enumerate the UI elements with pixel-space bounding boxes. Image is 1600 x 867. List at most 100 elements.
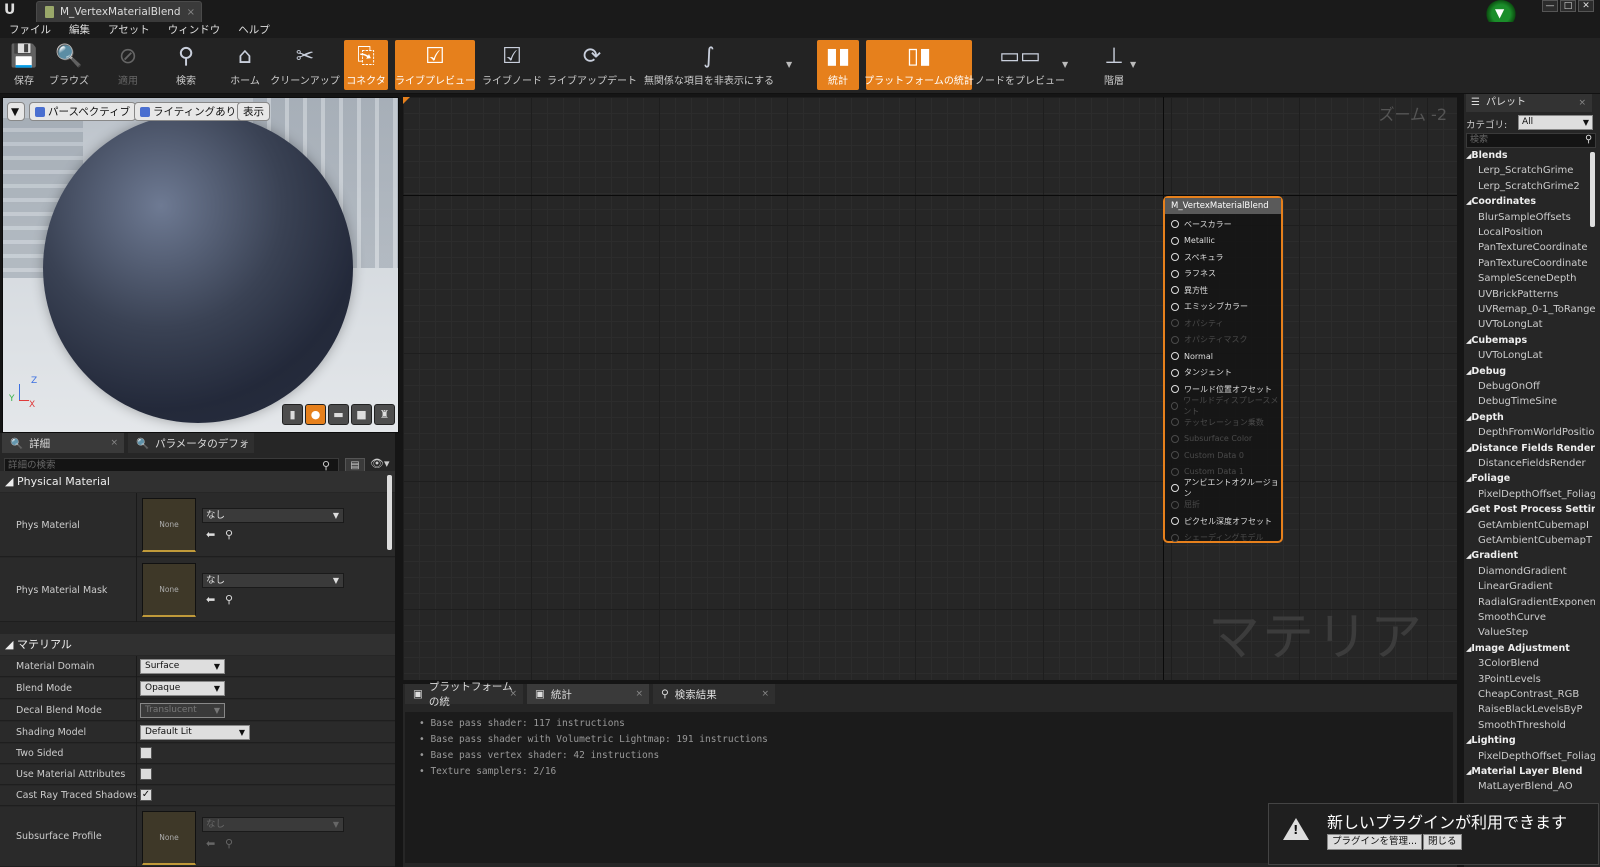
save-button[interactable]: 💾 保存 [6,40,42,90]
menu-asset[interactable]: アセット [99,22,159,38]
palette-item[interactable]: DistanceFieldsRender [1478,458,1586,469]
phys-material-thumbnail[interactable]: None [142,498,196,552]
home-button[interactable]: ⌂ ホーム [224,40,266,90]
node-input-pin[interactable]: スペキュラ [1171,251,1223,263]
menu-edit[interactable]: 編集 [60,22,99,38]
browse-magnifier-icon[interactable]: ⚲ [225,593,233,606]
palette-item[interactable]: BlurSampleOffsets [1478,212,1571,223]
palette-item[interactable]: DepthFromWorldPosition [1478,427,1595,438]
decal-blend-mode-dropdown[interactable]: Translucent ▼ [140,703,225,718]
details-scrollbar[interactable] [387,475,392,550]
palette-category[interactable]: ◢Foliage [1466,473,1510,484]
palette-category[interactable]: ◢Gradient [1466,550,1518,561]
node-input-pin[interactable]: 屈折 [1171,499,1200,511]
connector-button[interactable]: ⎘ コネクタ [344,40,388,90]
palette-item[interactable]: UVToLongLat [1478,350,1543,361]
palette-category[interactable]: ◢Depth [1466,412,1504,423]
close-icon[interactable]: × [761,689,769,699]
palette-category[interactable]: ◢Blends [1466,150,1508,161]
node-input-pin[interactable]: オパシティマスク [1171,334,1248,346]
palette-category[interactable]: ◢Image Adjustment [1466,643,1570,654]
menu-file[interactable]: ファイル [0,22,60,38]
node-input-pin[interactable]: 異方性 [1171,284,1208,296]
node-input-pin[interactable]: テッセレーション乗数 [1171,416,1264,428]
cylinder-preview-icon[interactable]: ▮ [282,404,303,425]
palette-category[interactable]: ◢Get Post Process Settings [1466,504,1595,515]
palette-category[interactable]: ◢Cubemaps [1466,335,1527,346]
palette-category[interactable]: ◢Debug [1466,366,1506,377]
palette-item[interactable]: PixelDepthOffset_Foliage [1478,489,1595,500]
browse-magnifier-icon[interactable]: ⚲ [225,837,233,850]
show-button[interactable]: 表示 [237,102,270,121]
lighting-button[interactable]: ライティングあり [134,102,243,121]
subsurface-profile-combo[interactable]: なし ▼ [202,817,344,832]
menu-help[interactable]: ヘルプ [229,22,279,38]
browse-button[interactable]: 🔍 ブラウズ [48,40,90,90]
search-button[interactable]: ⚲ 検索 [164,40,208,90]
palette-item[interactable]: GetAmbientCubemapT [1478,535,1592,546]
tab-details[interactable]: 🔍 詳細 × [2,433,124,453]
palette-item[interactable]: ValueStep [1478,627,1528,638]
material-result-node[interactable]: M_VertexMaterialBlend ベースカラー Metallic スペキュ… [1163,196,1283,543]
close-icon[interactable]: × [110,438,118,448]
cleanup-button[interactable]: ✂ クリーンアップ [270,40,340,90]
phys-material-mask-thumbnail[interactable]: None [142,563,196,617]
section-physical-material[interactable]: ◢ Physical Material [0,471,395,492]
palette-item[interactable]: SampleSceneDepth [1478,273,1576,284]
palette-item[interactable]: Lerp_ScratchGrime2 [1478,181,1580,192]
material-domain-dropdown[interactable]: Surface ▼ [140,659,225,674]
material-graph-canvas[interactable]: ズーム -2 マテリアル M_VertexMaterialBlend ベースカラ… [403,97,1457,680]
node-input-pin[interactable]: ラフネス [1171,268,1216,280]
node-input-pin[interactable]: Custom Data 0 [1171,449,1244,461]
blend-mode-dropdown[interactable]: Opaque ▼ [140,681,225,696]
document-tab[interactable]: M_VertexMaterialBlend × [36,1,202,22]
hide-unrelated-button[interactable]: ∫ 無関係な項目を非表示にする [643,40,775,90]
plane-preview-icon[interactable]: ▬ [328,404,349,425]
stats-button[interactable]: ▮▮ 統計 [817,40,859,90]
node-input-pin[interactable]: アンビエントオクルージョン [1171,478,1281,498]
manage-plugins-button[interactable]: プラグインを管理... [1327,834,1423,850]
platform-stats-button[interactable]: ▯▮ プラットフォームの統計 [864,40,974,90]
eye-icon[interactable]: 👁▾ [370,457,390,470]
palette-item[interactable]: RadialGradientExponential [1478,597,1595,608]
preview-nodes-button[interactable]: ▭▭ ノードをプレビュー [975,40,1065,90]
node-input-pin[interactable]: ピクセル深度オフセット [1171,515,1272,527]
category-dropdown[interactable]: All ▼ [1518,115,1593,130]
palette-item[interactable]: LocalPosition [1478,227,1543,238]
minimize-button[interactable]: — [1542,0,1558,12]
node-input-pin[interactable]: シェーディングモデル [1171,532,1263,544]
node-input-pin[interactable]: Custom Data 1 [1171,466,1244,478]
palette-category[interactable]: ◢Coordinates [1466,196,1536,207]
viewport-options-button[interactable]: ▼ [7,102,25,121]
use-selected-arrow-icon[interactable]: ⬅ [206,837,215,850]
palette-category[interactable]: ◢Material Layer Blend [1466,766,1582,777]
palette-category[interactable]: ◢Lighting [1466,735,1516,746]
palette-item[interactable]: Lerp_ScratchGrime [1478,165,1573,176]
sphere-preview-icon[interactable]: ● [305,404,326,425]
close-icon[interactable]: × [1578,94,1586,112]
hierarchy-button[interactable]: ⊥ 階層 [1093,40,1135,90]
tab-search-results[interactable]: ⚲ 検索結果 × [653,684,775,704]
preview-viewport[interactable]: ▼ パースペクティブ ライティングあり 表示 Z Y X ▮ ● ▬ ■ ♜ [2,97,399,433]
node-input-pin[interactable]: Subsurface Color [1171,433,1252,445]
live-update-button[interactable]: ⟳ ライブアップデート [547,40,637,90]
live-preview-button[interactable]: ☑ ライブプレビュー [395,40,475,90]
tab-parameter-defaults[interactable]: 🔍 パラメータのデフォ × [128,433,254,453]
palette-item[interactable]: 3ColorBlend [1478,658,1539,669]
palette-item[interactable]: PanTextureCoordinate [1478,258,1587,269]
use-selected-arrow-icon[interactable]: ⬅ [206,593,215,606]
section-material[interactable]: ◢ マテリアル [0,634,395,655]
tab-palette[interactable]: ☰ パレット × [1466,94,1592,112]
node-input-pin[interactable]: Metallic [1171,235,1215,247]
palette-item[interactable]: SmoothCurve [1478,612,1546,623]
node-input-pin[interactable]: Normal [1171,350,1213,362]
hierarchy-dropdown-icon[interactable]: ▼ [1130,60,1136,69]
palette-item[interactable]: DiamondGradient [1478,566,1567,577]
maximize-button[interactable]: □ [1560,0,1576,12]
close-icon[interactable]: × [509,689,517,699]
tab-platform-stats[interactable]: ▣ プラットフォームの統 × [405,681,523,708]
tab-stats[interactable]: ▣ 統計 × [527,684,649,704]
node-input-pin[interactable]: ベースカラー [1171,218,1232,230]
hide-unrelated-dropdown-icon[interactable]: ▼ [786,60,792,69]
palette-item[interactable]: 3PointLevels [1478,674,1541,685]
